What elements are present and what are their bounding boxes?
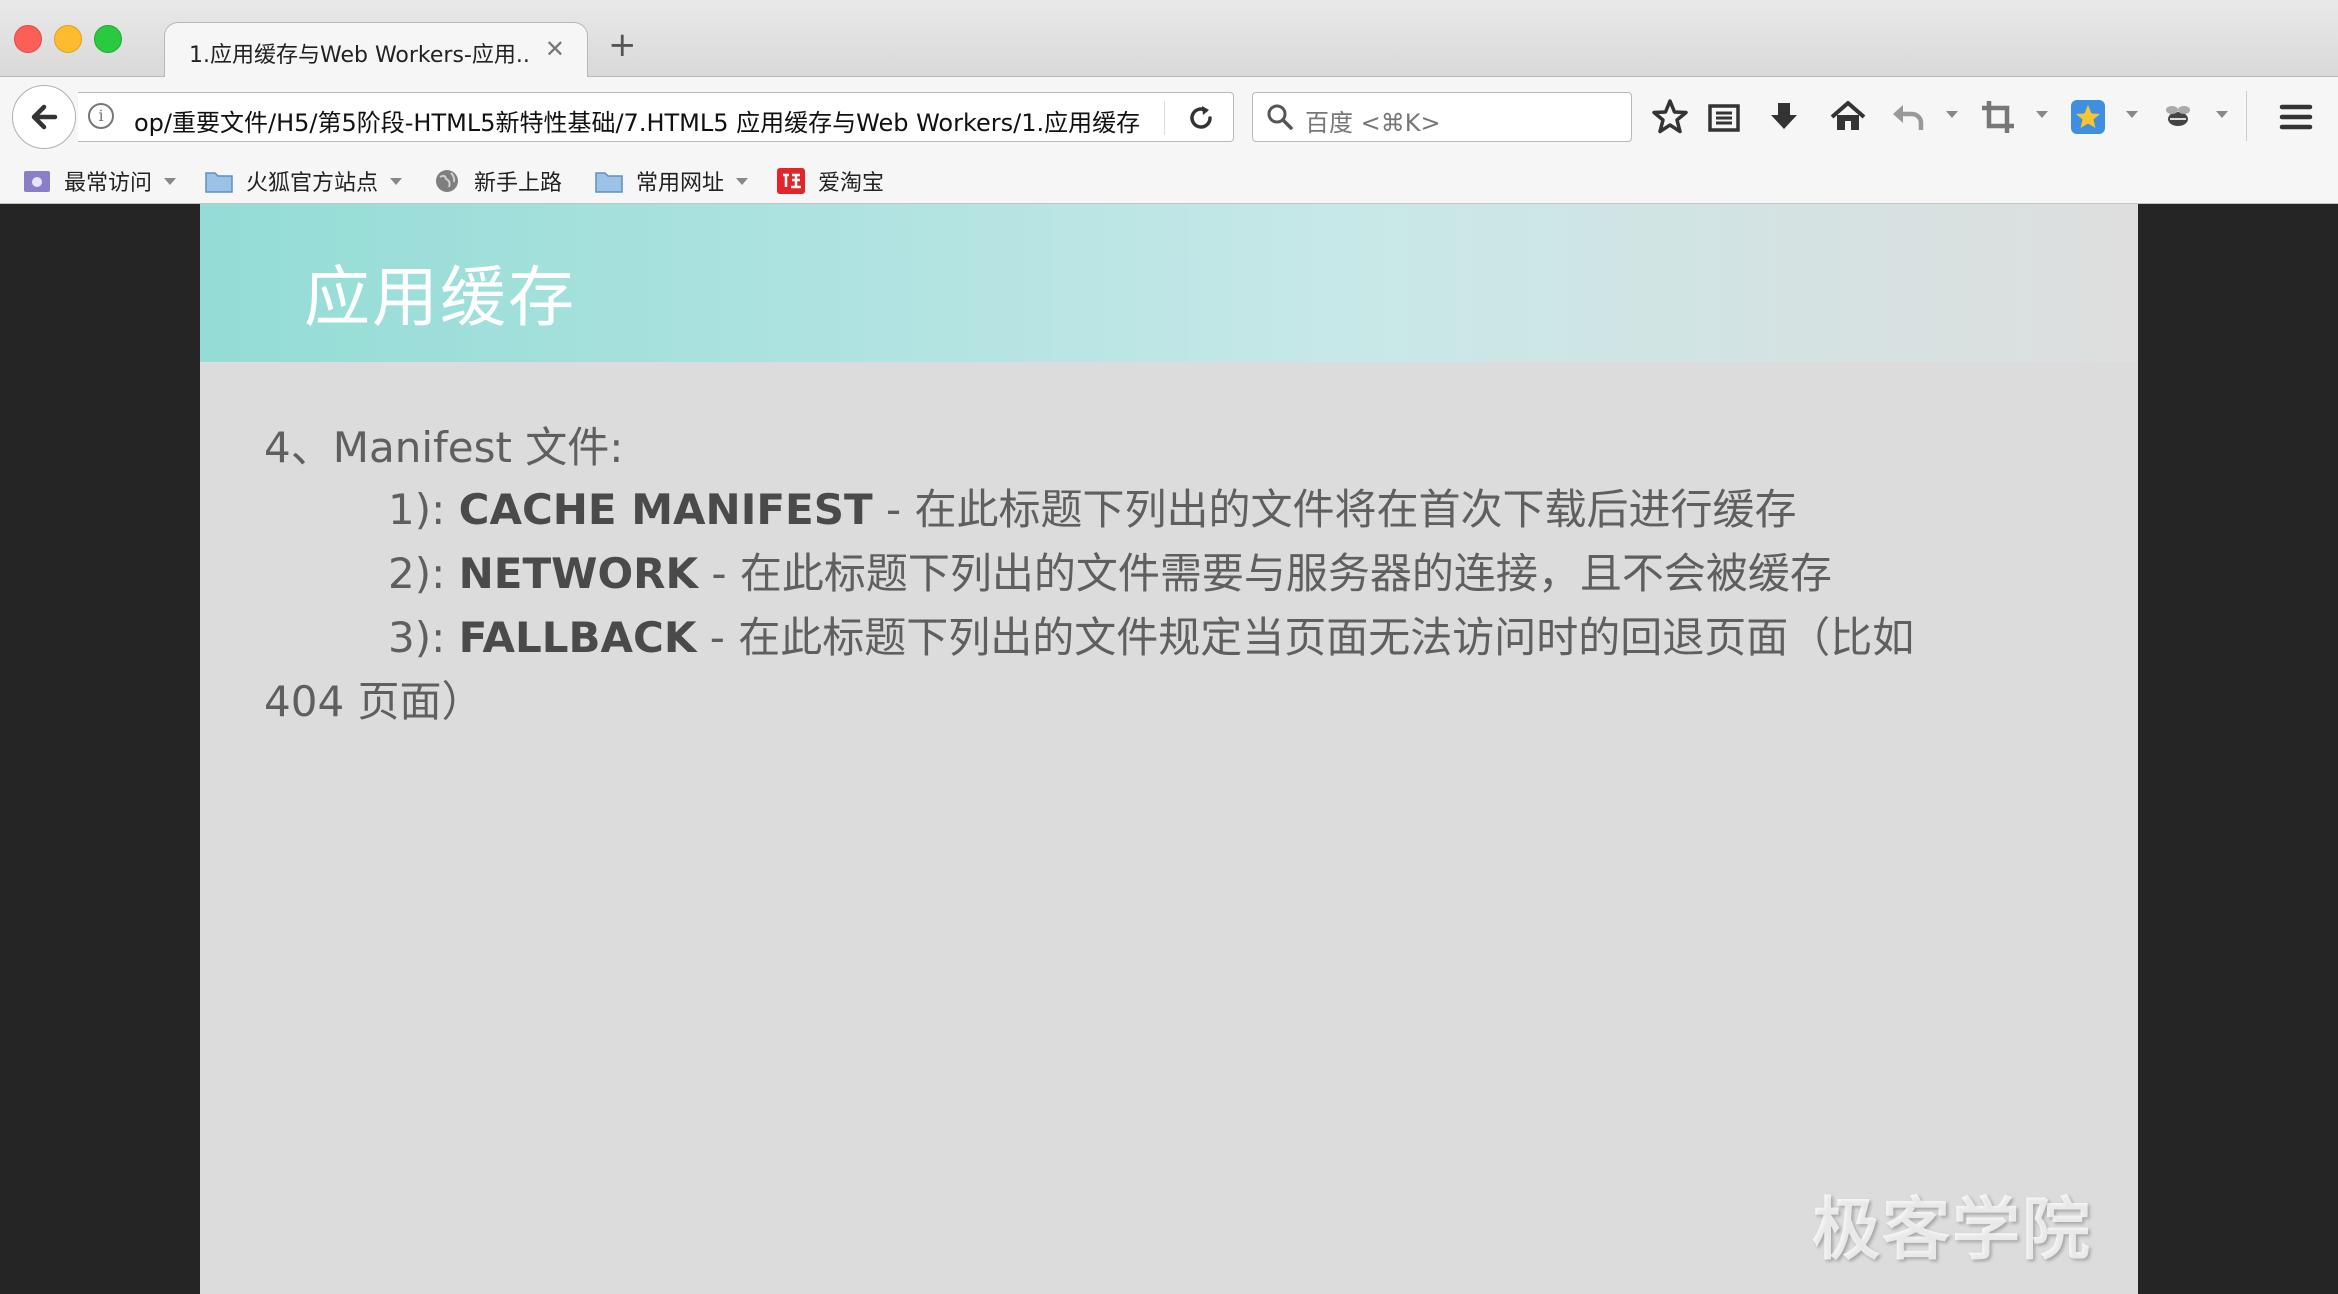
bookmark-star-icon[interactable] xyxy=(1650,97,1690,137)
menu-icon[interactable] xyxy=(2276,97,2316,137)
info-icon[interactable]: i xyxy=(88,103,114,129)
search-icon xyxy=(1267,104,1293,130)
item-description: - 在此标题下列出的文件将在首次下载后进行缓存 xyxy=(872,485,1797,534)
folder-icon xyxy=(595,172,623,193)
new-tab-button[interactable]: + xyxy=(608,28,637,62)
url-bar[interactable]: i op/重要文件/H5/第5阶段-HTML5新特性基础/7.HTML5 应用缓… xyxy=(78,92,1234,142)
extension-bee-icon[interactable] xyxy=(2158,97,2198,137)
taobao-icon xyxy=(777,168,805,194)
search-bar[interactable]: 百度 <⌘K> xyxy=(1252,92,1632,142)
item-number: 3): xyxy=(388,613,446,662)
item-term: CACHE MANIFEST xyxy=(458,485,873,534)
bookmark-common-sites[interactable]: 常用网址 xyxy=(594,159,749,203)
tab-title: 1.应用缓存与Web Workers-应用... xyxy=(189,43,529,68)
crop-icon[interactable] xyxy=(1978,97,2018,137)
bookmark-label: 新手上路 xyxy=(474,171,563,196)
list-item-continuation: 404 页面） xyxy=(264,677,484,726)
bookmark-label: 最常访问 xyxy=(64,171,153,196)
most-visited-icon xyxy=(24,171,50,192)
bookmarks-toolbar: 最常访问 火狐官方站点 新手上路 常用网址 爱淘宝 xyxy=(0,159,2338,204)
bookmark-ai-taobao[interactable]: 爱淘宝 xyxy=(776,159,884,203)
item-number: 1): xyxy=(388,485,446,534)
search-placeholder: 百度 <⌘K> xyxy=(1305,109,1441,137)
bookmark-most-visited[interactable]: 最常访问 xyxy=(22,159,177,203)
chevron-down-icon xyxy=(736,177,749,185)
bookmark-label: 爱淘宝 xyxy=(818,171,885,196)
extension-bee-dropdown-icon[interactable] xyxy=(2216,111,2228,118)
item-description: - 在此标题下列出的文件需要与服务器的连接，且不会被缓存 xyxy=(698,549,1832,598)
window-maximize-button[interactable] xyxy=(94,25,122,53)
home-icon[interactable] xyxy=(1828,97,1868,137)
page-viewport: 应用缓存 4、Manifest 文件: 1): CACHE MANIFEST -… xyxy=(0,204,2338,1294)
bookmark-label: 常用网址 xyxy=(636,171,725,196)
bookmark-firefox-sites[interactable]: 火狐官方站点 xyxy=(204,159,403,203)
toolbar-separator xyxy=(2246,91,2247,141)
tab-close-icon[interactable]: ✕ xyxy=(545,35,565,63)
item-number: 2): xyxy=(388,549,446,598)
extension-star-dropdown-icon[interactable] xyxy=(2126,111,2138,118)
back-icon xyxy=(31,104,58,130)
window-titlebar: 1.应用缓存与Web Workers-应用... ✕ + xyxy=(0,0,2338,78)
bookmark-getting-started[interactable]: 新手上路 xyxy=(432,159,562,203)
watermark-logo: 极客学院 xyxy=(1812,1191,2093,1270)
download-icon[interactable] xyxy=(1764,97,1804,137)
url-text[interactable]: op/重要文件/H5/第5阶段-HTML5新特性基础/7.HTML5 应用缓存与… xyxy=(134,103,1200,138)
browser-tab-active[interactable]: 1.应用缓存与Web Workers-应用... ✕ xyxy=(164,22,588,78)
slide: 应用缓存 4、Manifest 文件: 1): CACHE MANIFEST -… xyxy=(200,204,2138,1294)
back-button[interactable] xyxy=(12,85,76,149)
item-term: FALLBACK xyxy=(458,613,697,662)
item-term: NETWORK xyxy=(458,549,699,598)
globe-icon xyxy=(436,170,458,192)
slide-heading: 4、Manifest 文件: xyxy=(264,423,624,472)
undo-icon[interactable] xyxy=(1888,97,1928,137)
extension-star-icon[interactable] xyxy=(2068,97,2108,137)
slide-title: 应用缓存 xyxy=(304,259,576,336)
undo-dropdown-icon[interactable] xyxy=(1946,111,1958,118)
reload-icon[interactable] xyxy=(1186,103,1216,133)
chevron-down-icon xyxy=(164,177,177,185)
folder-icon xyxy=(205,172,233,193)
window-minimize-button[interactable] xyxy=(54,25,82,53)
bookmark-label: 火狐官方站点 xyxy=(246,171,379,196)
reader-list-icon[interactable] xyxy=(1704,97,1744,137)
list-item: 1): CACHE MANIFEST - 在此标题下列出的文件将在首次下载后进行… xyxy=(388,476,1796,537)
url-separator xyxy=(1164,101,1165,135)
navigation-toolbar: i op/重要文件/H5/第5阶段-HTML5新特性基础/7.HTML5 应用缓… xyxy=(0,77,2338,159)
chevron-down-icon xyxy=(390,177,403,185)
slide-header: 应用缓存 xyxy=(200,204,2138,362)
item-description: - 在此标题下列出的文件规定当页面无法访问时的回退页面（比如 xyxy=(696,613,1915,662)
crop-dropdown-icon[interactable] xyxy=(2036,111,2048,118)
list-item: 3): FALLBACK - 在此标题下列出的文件规定当页面无法访问时的回退页面… xyxy=(388,604,1914,665)
list-item: 2): NETWORK - 在此标题下列出的文件需要与服务器的连接，且不会被缓存 xyxy=(388,540,1832,601)
window-close-button[interactable] xyxy=(14,25,42,53)
